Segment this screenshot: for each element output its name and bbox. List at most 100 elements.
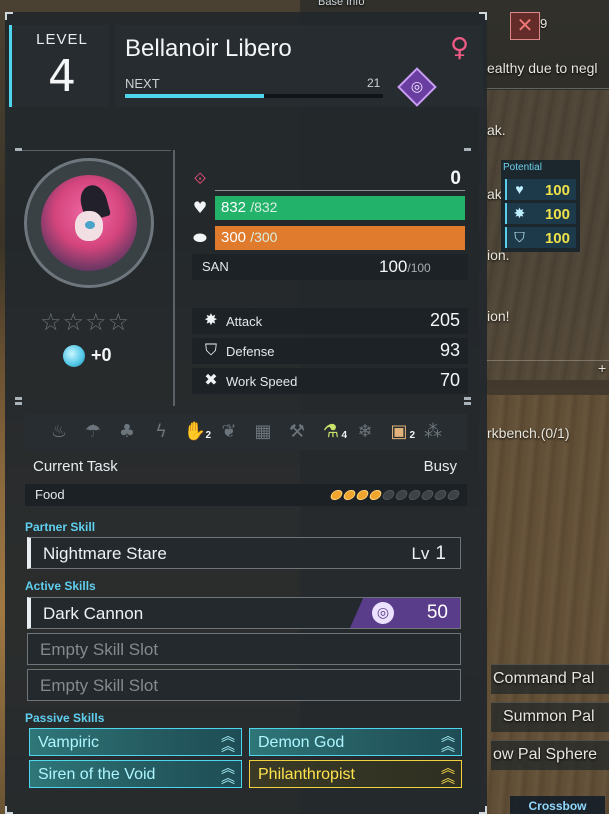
bg-plus: + [598,360,607,376]
food-pip [381,490,396,500]
potential-label: Potential [503,162,542,173]
divider-mark [464,148,471,151]
medicine-level: 4 [341,430,347,441]
divider-mark [15,148,22,151]
food-row: Food [25,484,467,506]
command-pal-label[interactable]: Command Pal [493,670,594,688]
divider-mark [464,397,471,400]
partner-skill-name: Nightmare Stare [43,544,167,563]
handiwork-icon[interactable]: ✋ 2 [183,420,211,444]
divider [21,150,171,151]
close-icon[interactable]: ✕ [510,12,540,40]
exp-bar [125,94,383,98]
watering-icon[interactable]: ☂ [81,420,105,444]
panel-corner [5,12,13,20]
partner-skill-level: Lv 1 [411,543,446,565]
potential-value: 100 [544,182,570,199]
shield-icon: ⛉ [514,229,525,245]
rank-up-icon: ︽ ︽ [221,761,235,787]
passive-skill[interactable]: Vampiric ︽ ︽ [29,728,242,756]
passive-skill[interactable]: Demon God ︽ ︽ [249,728,462,756]
transporting-level: 2 [409,430,415,441]
attack-icon: ✸ [513,205,526,221]
cooling-icon[interactable]: ❄ [353,420,377,444]
san-row: SAN 100/100 [192,254,468,280]
passive-skill-name: Demon God [258,734,345,751]
food-pip [407,490,422,500]
passive-skill[interactable]: Philanthropist ︽ ︽ [249,760,462,788]
level-label: LEVEL [36,31,88,48]
defense-value: 93 [439,340,460,360]
hp-row: ♥ 832 /832 [189,196,467,220]
workbench-label: rkbench.(0/1) [487,425,570,441]
passive-skill[interactable]: Siren of the Void ︽ ︽ [29,760,242,788]
potential-row: ✸ 100 [505,203,576,224]
divider-mark [464,402,471,405]
work-speed-icon: ✖ [204,370,218,389]
food-pip [446,490,461,500]
empty-skill-slot[interactable]: Empty Skill Slot [27,669,461,701]
san-label: SAN [202,259,229,274]
level-box: LEVEL 4 [9,25,109,107]
level-number: 4 [48,51,76,102]
condense-value: +0 [91,345,112,365]
active-skill-name: Dark Cannon [43,604,144,623]
electricity-icon[interactable]: ϟ [149,420,173,444]
active-skill-slot[interactable]: Dark Cannon ◎ 50 [27,597,461,629]
bg-divider [479,88,609,89]
divider-mark [15,397,22,400]
defense-icon: ⛉ [204,340,217,359]
condense-soul-icon [63,345,85,367]
transporting-icon[interactable]: ▣ 2 [387,420,415,444]
work-speed-label: Work Speed [226,374,298,389]
food-label: Food [35,487,65,502]
current-task-label: Current Task [33,458,118,475]
pal-name[interactable]: Bellanoir Libero [125,35,292,63]
base-info-title: Base Info [318,0,365,8]
panel-corner [479,12,487,20]
food-pip [342,490,357,500]
rank-up-icon: ︽ ︽ [221,729,235,755]
stamina-row: ⬬ 300 /300 [189,226,467,250]
empty-skill-slot[interactable]: Empty Skill Slot [27,633,461,665]
dark-element-icon: ◎ [372,602,394,624]
potential-row: ⛉ 100 [505,227,576,248]
bg-line-1: ealthy due to negl [487,60,598,76]
divider [173,150,175,406]
heart-icon: ♥ [515,181,524,197]
farming-icon[interactable]: ⁂ [421,420,445,444]
crossbow-label: Crossbow [510,796,605,814]
planting-icon[interactable]: ♣ [115,420,139,444]
attack-value: 205 [429,310,460,330]
potential-value: 100 [544,230,570,247]
food-pip [433,490,448,500]
gathering-icon[interactable]: ❦ [217,420,241,444]
rank-value: 0 [450,168,461,189]
pal-portrait-image [41,175,137,271]
mining-icon[interactable]: ⚒ [285,420,309,444]
lv-number: 1 [435,543,446,564]
medicine-icon[interactable]: ⚗ 4 [319,420,347,444]
work-speed-row: ✖ Work Speed 70 [192,368,468,394]
rank-row: ⟐ 0 [189,167,467,191]
active-skills-title: Active Skills [25,579,96,593]
next-exp-value: 21 [367,76,381,90]
hp-max: /832 [250,199,278,215]
food-meter [329,490,461,501]
potential-value: 100 [544,206,570,223]
food-pip [329,490,344,500]
current-task-value: Busy [423,458,457,475]
summon-pal-label[interactable]: Summon Pal [503,708,595,726]
rank-up-icon: ︽ ︽ [441,761,455,787]
exp-bar-fill [125,94,265,98]
attack-icon: ✸ [204,310,218,329]
bg-line-5: ion! [487,308,510,324]
kindling-icon[interactable]: ♨ [47,420,71,444]
empty-skill-label: Empty Skill Slot [40,676,159,695]
rank-underline [215,190,465,191]
lumbering-icon[interactable]: ▦ [251,420,275,444]
work-suitability-strip: ♨ ☂ ♣ ϟ ✋ 2 ❦ ▦ ⚒ ⚗ 4 ❄ ▣ 2 ⁂ [25,414,467,450]
throw-pal-sphere-label[interactable]: ow Pal Sphere [493,746,597,764]
bg-line-2: ak. [487,122,506,138]
partner-skill-slot[interactable]: Nightmare Stare Lv 1 [27,537,461,569]
